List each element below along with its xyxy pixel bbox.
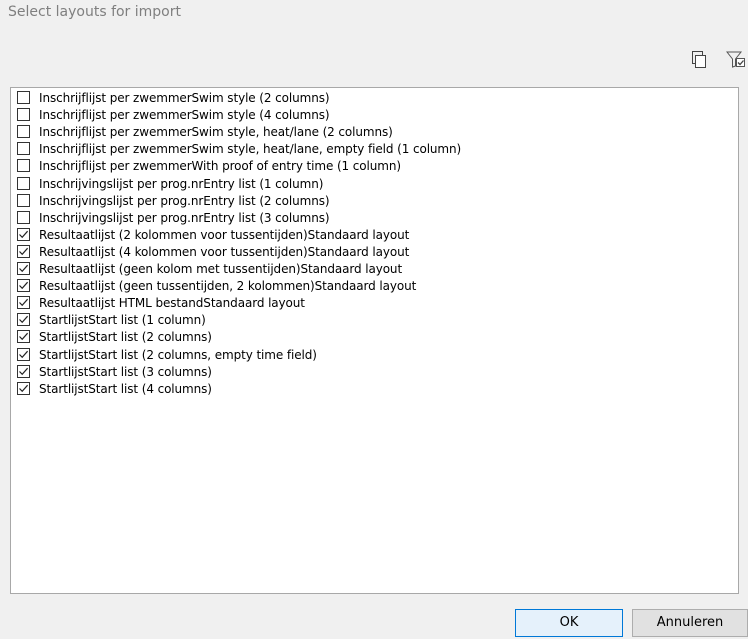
toolbar xyxy=(0,44,748,80)
close-button[interactable] xyxy=(726,0,748,30)
list-item-checkbox[interactable] xyxy=(17,142,30,156)
dialog-title: Select layouts for import xyxy=(8,4,181,20)
list-item[interactable]: Inschrijvingslijst per prog.nrEntry list… xyxy=(11,176,738,193)
list-item[interactable]: StartlijstStart list (2 columns, empty t… xyxy=(11,347,738,364)
list-item-checkbox[interactable] xyxy=(17,330,30,344)
list-item-label: Inschrijflijst per zwemmerSwim style (4 … xyxy=(39,108,330,123)
list-item-checkbox[interactable] xyxy=(17,244,30,258)
list-item-checkbox[interactable] xyxy=(17,313,30,327)
list-item[interactable]: Inschrijflijst per zwemmerWith proof of … xyxy=(11,158,738,175)
check-icon xyxy=(19,264,29,273)
list-item-label: Inschrijflijst per zwemmerSwim style, he… xyxy=(39,142,462,157)
list-item-checkbox[interactable] xyxy=(17,193,30,207)
check-icon xyxy=(19,384,29,392)
list-item-label: Inschrijflijst per zwemmerWith proof of … xyxy=(39,159,401,174)
list-item-label: StartlijstStart list (2 columns, empty t… xyxy=(39,347,317,362)
list-item[interactable]: Inschrijflijst per zwemmerSwim style (2 … xyxy=(11,90,738,107)
list-item-label: Inschrijvingslijst per prog.nrEntry list… xyxy=(39,210,330,225)
list-item-checkbox[interactable] xyxy=(17,210,30,224)
list-item[interactable]: Inschrijvingslijst per prog.nrEntry list… xyxy=(11,193,738,210)
list-item-checkbox[interactable] xyxy=(17,364,30,378)
list-item-label: StartlijstStart list (3 columns) xyxy=(39,364,212,379)
list-item[interactable]: Inschrijflijst per zwemmerSwim style, he… xyxy=(11,124,738,141)
list-item-label: Inschrijvingslijst per prog.nrEntry list… xyxy=(39,176,324,191)
check-icon xyxy=(19,350,29,358)
list-item-label: StartlijstStart list (2 columns) xyxy=(39,330,212,345)
check-icon xyxy=(19,298,29,307)
list-item-checkbox[interactable] xyxy=(17,347,30,361)
cancel-button[interactable]: Annuleren xyxy=(632,609,748,637)
list-item[interactable]: Inschrijflijst per zwemmerSwim style, he… xyxy=(11,141,738,158)
list-item-label: Resultaatlijst HTML bestandStandaard lay… xyxy=(39,296,305,311)
ok-button[interactable]: OK xyxy=(515,609,623,637)
list-item-label: Inschrijvingslijst per prog.nrEntry list… xyxy=(39,193,330,208)
list-item-checkbox[interactable] xyxy=(17,262,30,275)
check-icon xyxy=(19,247,29,256)
check-icon xyxy=(19,316,29,324)
list-item-label: Resultaatlijst (geen tussentijden, 2 kol… xyxy=(39,279,417,294)
list-item-label: Inschrijflijst per zwemmerSwim style, he… xyxy=(39,125,393,140)
list-item[interactable]: StartlijstStart list (3 columns) xyxy=(11,364,738,381)
list-item-label: StartlijstStart list (1 column) xyxy=(39,313,206,328)
list-item[interactable]: Resultaatlijst (2 kolommen voor tussenti… xyxy=(11,227,738,244)
list-item[interactable]: StartlijstStart list (4 columns) xyxy=(11,381,738,398)
list-item-label: Resultaatlijst (4 kolommen voor tussenti… xyxy=(39,244,410,259)
list-item[interactable]: Inschrijvingslijst per prog.nrEntry list… xyxy=(11,210,738,227)
list-item-checkbox[interactable] xyxy=(17,91,30,104)
list-item-label: Resultaatlijst (geen kolom met tussentij… xyxy=(39,262,403,276)
list-item-checkbox[interactable] xyxy=(17,279,30,293)
check-icon xyxy=(19,333,29,341)
list-item-checkbox[interactable] xyxy=(17,227,30,241)
check-icon xyxy=(19,367,29,375)
list-item[interactable]: Resultaatlijst (geen kolom met tussentij… xyxy=(11,261,738,278)
list-item-checkbox[interactable] xyxy=(17,159,30,173)
list-item[interactable]: StartlijstStart list (1 column) xyxy=(11,312,738,329)
check-icon xyxy=(19,230,29,238)
list-item-checkbox[interactable] xyxy=(17,108,30,122)
list-item[interactable]: Resultaatlijst (4 kolommen voor tussenti… xyxy=(11,244,738,261)
list-item-checkbox[interactable] xyxy=(17,125,30,139)
check-icon xyxy=(19,281,29,290)
filter-check-icon[interactable] xyxy=(726,50,746,70)
list-item[interactable]: StartlijstStart list (2 columns) xyxy=(11,329,738,346)
list-item-checkbox[interactable] xyxy=(17,176,30,190)
list-item-label: Resultaatlijst (2 kolommen voor tussenti… xyxy=(39,227,410,242)
list-item-label: Inschrijflijst per zwemmerSwim style (2 … xyxy=(39,91,330,105)
layout-list[interactable]: Inschrijflijst per zwemmerSwim style (2 … xyxy=(10,87,739,594)
list-item[interactable]: Inschrijflijst per zwemmerSwim style (4 … xyxy=(11,107,738,124)
list-item[interactable]: Resultaatlijst (geen tussentijden, 2 kol… xyxy=(11,278,738,295)
list-item-label: StartlijstStart list (4 columns) xyxy=(39,381,212,396)
title-bar: Select layouts for import xyxy=(0,0,748,30)
list-item[interactable]: Resultaatlijst HTML bestandStandaard lay… xyxy=(11,295,738,312)
copy-icon[interactable] xyxy=(689,50,709,70)
list-item-checkbox[interactable] xyxy=(17,296,30,310)
list-item-checkbox[interactable] xyxy=(17,381,30,395)
